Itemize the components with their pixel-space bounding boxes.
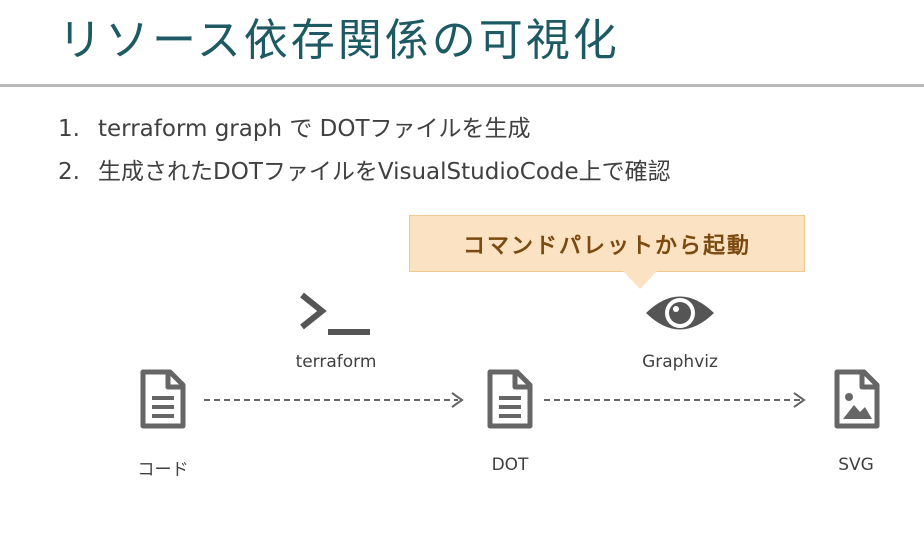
title-divider — [0, 84, 924, 87]
dot-label: DOT — [491, 455, 529, 475]
code-label: コード — [137, 460, 189, 480]
step-text: 生成されたDOTファイルをVisualStudioCode上で確認 — [98, 159, 671, 185]
step-number: 2. — [58, 159, 80, 185]
svg-label: SVG — [838, 455, 874, 475]
terraform-label: terraform — [295, 352, 377, 372]
image-file-icon — [834, 369, 880, 429]
arrow-right-icon — [544, 392, 806, 408]
steps-list: 1. terraform graph で DOTファイルを生成 2. 生成されたDO… — [58, 108, 671, 194]
callout-pointer — [623, 271, 657, 289]
callout-text: コマンドパレットから起動 — [462, 233, 751, 259]
page-title: リソース依存関係の可視化 — [58, 15, 620, 66]
document-icon — [140, 369, 186, 429]
eye-icon — [646, 296, 714, 330]
list-item: 1. terraform graph で DOTファイルを生成 — [58, 108, 671, 151]
step-text: terraform graph で DOTファイルを生成 — [98, 116, 531, 142]
arrow-right-icon — [204, 392, 464, 408]
graphviz-label: Graphviz — [642, 352, 718, 372]
document-icon — [487, 369, 533, 429]
callout-box: コマンドパレットから起動 — [409, 215, 805, 272]
step-number: 1. — [58, 116, 80, 142]
list-item: 2. 生成されたDOTファイルをVisualStudioCode上で確認 — [58, 151, 671, 194]
terminal-icon — [300, 292, 370, 335]
